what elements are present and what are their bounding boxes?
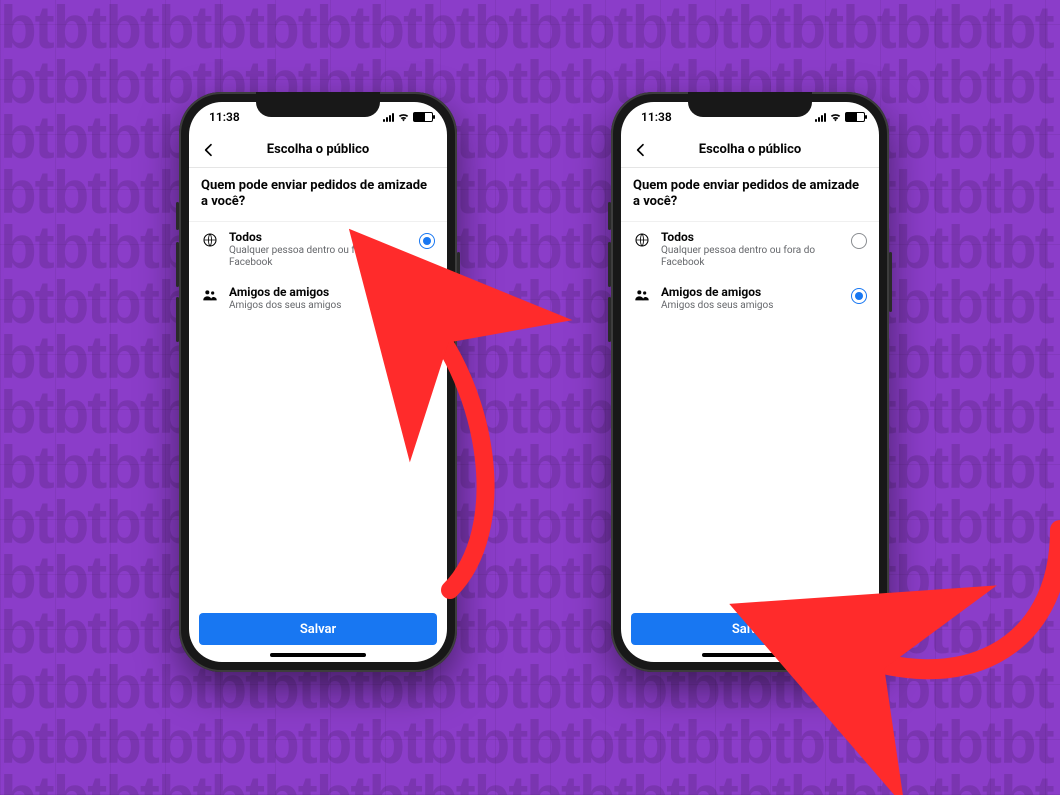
screen-left: 11:38 Escolha o público Quem pode enviar…: [189, 102, 447, 662]
phone-side-button: [608, 297, 611, 342]
section-question: Quem pode enviar pedidos de amizade a vo…: [621, 168, 879, 222]
radio-friends-of-friends[interactable]: [851, 288, 867, 304]
phone-notch: [256, 92, 380, 117]
page-title: Escolha o público: [699, 142, 801, 157]
friends-icon: [633, 285, 651, 303]
phone-side-button: [608, 242, 611, 287]
battery-icon: [845, 112, 865, 122]
save-button-label: Salvar: [732, 622, 768, 637]
save-button[interactable]: Salvar: [631, 613, 869, 645]
status-time: 11:38: [209, 110, 240, 124]
phone-side-button: [176, 242, 179, 287]
friends-icon: [201, 285, 219, 303]
radio-friends-of-friends[interactable]: [419, 288, 435, 304]
chevron-left-icon: [201, 142, 217, 158]
phone-frame-right: 11:38 Escolha o público Quem pode enviar…: [611, 92, 889, 672]
section-question: Quem pode enviar pedidos de amizade a vo…: [189, 168, 447, 222]
option-friends-of-friends[interactable]: Amigos de amigos Amigos dos seus amigos: [189, 277, 447, 320]
spacer: [621, 320, 879, 614]
option-label: Amigos de amigos: [661, 285, 841, 299]
nav-bar: Escolha o público: [621, 132, 879, 168]
phone-side-button: [889, 252, 892, 312]
status-time: 11:38: [641, 110, 672, 124]
option-label: Amigos de amigos: [229, 285, 409, 299]
option-desc: Amigos dos seus amigos: [229, 300, 409, 312]
status-indicators: [815, 112, 865, 122]
save-button-label: Salvar: [300, 622, 336, 637]
nav-bar: Escolha o público: [189, 132, 447, 168]
option-everyone[interactable]: Todos Qualquer pessoa dentro ou fora do …: [189, 222, 447, 277]
option-everyone[interactable]: Todos Qualquer pessoa dentro ou fora do …: [621, 222, 879, 277]
phone-frame-left: 11:38 Escolha o público Quem pode enviar…: [179, 92, 457, 672]
wifi-icon: [829, 112, 842, 122]
option-desc: Qualquer pessoa dentro ou fora do Facebo…: [661, 245, 841, 269]
back-button[interactable]: [199, 140, 219, 160]
phone-notch: [688, 92, 812, 117]
option-friends-of-friends[interactable]: Amigos de amigos Amigos dos seus amigos: [621, 277, 879, 320]
option-desc: Qualquer pessoa dentro ou fora do Facebo…: [229, 245, 409, 269]
phone-side-button: [176, 297, 179, 342]
cellular-signal-icon: [815, 112, 826, 122]
screen-right: 11:38 Escolha o público Quem pode enviar…: [621, 102, 879, 662]
spacer: [189, 320, 447, 614]
phone-side-button: [176, 202, 179, 230]
phone-side-button: [457, 252, 460, 312]
home-indicator: [270, 653, 366, 657]
home-indicator: [702, 653, 798, 657]
phone-side-button: [608, 202, 611, 230]
option-label: Todos: [229, 230, 409, 244]
public-icon: [201, 230, 219, 248]
status-indicators: [383, 112, 433, 122]
option-label: Todos: [661, 230, 841, 244]
page-title: Escolha o público: [267, 142, 369, 157]
radio-everyone[interactable]: [851, 233, 867, 249]
wifi-icon: [397, 112, 410, 122]
battery-icon: [413, 112, 433, 122]
back-button[interactable]: [631, 140, 651, 160]
cellular-signal-icon: [383, 112, 394, 122]
public-icon: [633, 230, 651, 248]
chevron-left-icon: [633, 142, 649, 158]
radio-everyone[interactable]: [419, 233, 435, 249]
save-button[interactable]: Salvar: [199, 613, 437, 645]
option-desc: Amigos dos seus amigos: [661, 300, 841, 312]
